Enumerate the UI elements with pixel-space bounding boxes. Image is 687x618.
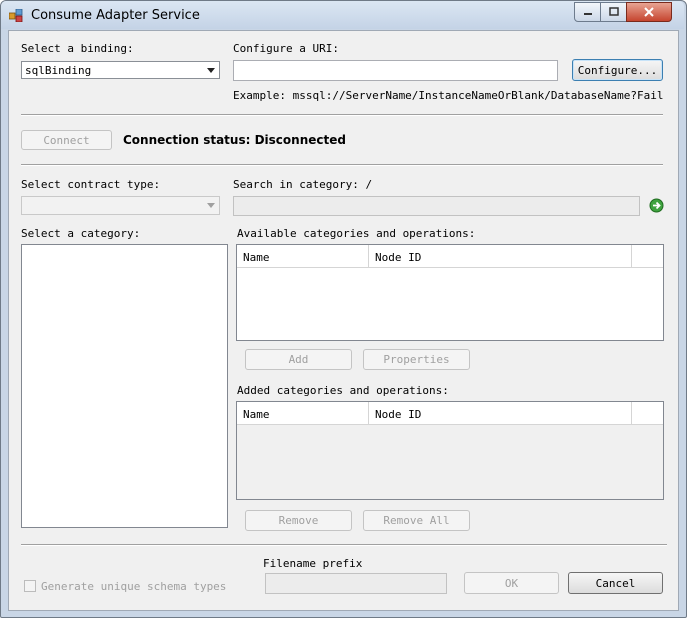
binding-dropdown[interactable]: sqlBinding [21,61,220,79]
properties-button[interactable]: Properties [363,349,470,370]
filename-prefix-input[interactable] [265,573,447,594]
connect-button-label: Connect [43,133,90,147]
generate-unique-label: Generate unique schema types [41,580,227,593]
dialog-client-area: Select a binding: sqlBinding Configure a… [8,30,679,611]
added-label: Added categories and operations: [237,384,449,397]
separator [21,164,663,166]
separator [21,114,663,116]
category-label: Select a category: [21,227,141,240]
uri-input[interactable] [233,60,558,81]
connect-button[interactable]: Connect [21,130,112,150]
separator [21,544,667,546]
maximize-icon[interactable] [600,2,627,22]
list-body [237,425,663,499]
window-title: Consume Adapter Service [31,8,200,23]
remove-button-label: Remove [278,514,319,527]
search-input[interactable] [233,196,640,216]
generate-unique-checkbox[interactable] [24,580,36,592]
adapter-service-icon [9,9,23,22]
available-operations-list[interactable]: Name Node ID [236,244,664,341]
column-header-node-id-label: Node ID [375,251,422,264]
configure-button-label: Configure... [577,63,658,77]
column-header-name-label: Name [243,408,270,421]
uri-label: Configure a URI: [233,42,339,55]
list-header: Name Node ID [237,245,663,268]
minimize-icon[interactable] [574,2,601,22]
search-label: Search in category: / [233,178,373,191]
column-header-node-id[interactable]: Node ID [369,402,632,424]
contract-type-dropdown[interactable] [21,196,220,215]
chevron-down-icon [207,68,215,73]
title-bar[interactable]: Consume Adapter Service [1,1,684,29]
close-icon[interactable] [626,2,672,22]
cancel-button[interactable]: Cancel [568,572,663,594]
add-button-label: Add [288,353,309,366]
cancel-button-label: Cancel [595,576,636,590]
added-operations-list[interactable]: Name Node ID [236,401,664,500]
chevron-down-icon [207,203,215,208]
contract-type-label: Select contract type: [21,178,161,191]
column-header-node-id[interactable]: Node ID [369,245,632,267]
ok-button-label: OK [504,576,519,590]
filename-prefix-label: Filename prefix [263,557,363,570]
available-label: Available categories and operations: [237,227,476,240]
binding-selected-value: sqlBinding [25,64,92,77]
list-body [237,268,663,340]
remove-all-button[interactable]: Remove All [363,510,470,531]
uri-example-text: Example: mssql://ServerName/InstanceName… [233,89,664,102]
list-header: Name Node ID [237,402,663,425]
binding-label: Select a binding: [21,42,134,55]
column-header-name[interactable]: Name [237,402,369,424]
column-header-name[interactable]: Name [237,245,369,267]
category-tree[interactable] [21,244,228,528]
remove-all-button-label: Remove All [383,514,450,527]
add-button[interactable]: Add [245,349,352,370]
green-arrow-go-icon[interactable] [649,198,664,213]
configure-button[interactable]: Configure... [572,59,663,81]
ok-button[interactable]: OK [464,572,559,594]
properties-button-label: Properties [383,353,450,366]
connection-status-text: Connection status: Disconnected [123,133,346,147]
column-header-name-label: Name [243,251,270,264]
remove-button[interactable]: Remove [245,510,352,531]
column-header-node-id-label: Node ID [375,408,422,421]
